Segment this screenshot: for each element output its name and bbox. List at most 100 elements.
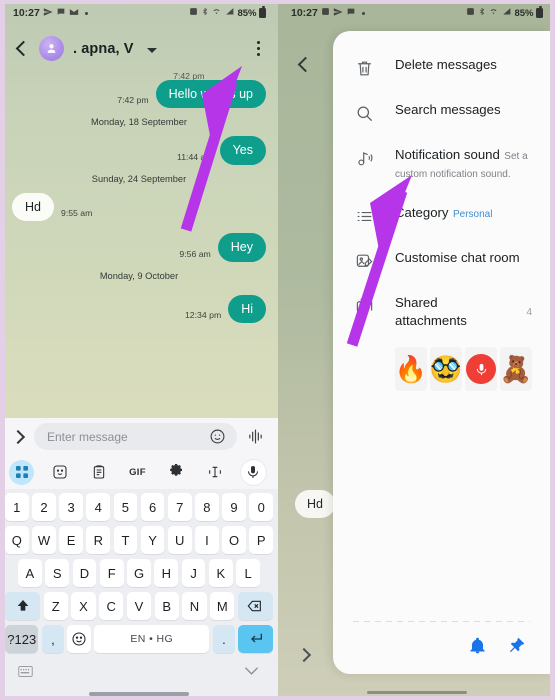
bear-sticker-thumb[interactable]: 🧸 (500, 347, 532, 391)
screenshot-icon (321, 7, 330, 19)
audio-waveform-icon[interactable] (245, 426, 266, 447)
menu-item-label: Search messages (395, 102, 501, 117)
key[interactable]: F (99, 559, 124, 587)
key[interactable]: 9 (222, 493, 246, 521)
key[interactable]: B (154, 592, 179, 620)
text-edit-icon[interactable] (202, 460, 227, 485)
key[interactable]: H (154, 559, 179, 587)
emoji-key-icon[interactable] (67, 625, 91, 653)
message-input-field[interactable]: Enter message (34, 423, 237, 450)
key[interactable]: R (86, 526, 111, 554)
avatar[interactable] (39, 36, 64, 61)
message-bubble[interactable]: Hello what's up (155, 79, 266, 108)
key[interactable]: 3 (59, 493, 83, 521)
message-bubble[interactable]: Hi (228, 294, 266, 323)
key[interactable]: S (45, 559, 70, 587)
comma-key[interactable]: , (41, 625, 64, 653)
symbols-key[interactable]: ?123 (5, 625, 39, 653)
key[interactable]: L (236, 559, 261, 587)
message-time: 12:34 pm (184, 310, 222, 320)
key[interactable]: W (32, 526, 56, 554)
key[interactable]: V (126, 592, 152, 620)
backspace-icon[interactable] (237, 592, 274, 620)
key[interactable]: M (210, 592, 235, 620)
left-phone-chat-screen: 10:27 85% . apna, V 7:42 pm 7:42 pm Hell… (0, 0, 278, 700)
keyboard-row-qwerty: Q W E R T Y U I O P (2, 526, 276, 554)
message-bubble[interactable]: Hd (12, 192, 54, 221)
enter-icon[interactable] (238, 625, 273, 653)
space-key[interactable]: EN • HG (94, 625, 210, 653)
key[interactable]: 1 (4, 493, 29, 521)
key[interactable]: K (208, 559, 233, 587)
message-bubble[interactable]: Hey (217, 233, 266, 262)
notification-bell-icon[interactable] (468, 636, 487, 660)
campfire-sticker-thumb[interactable]: 🔥 (395, 347, 427, 391)
back-button[interactable] (12, 40, 30, 58)
key[interactable]: P (249, 526, 274, 554)
bluetooth-icon (478, 7, 486, 19)
microphone-icon[interactable] (240, 459, 266, 485)
emoji-icon[interactable] (207, 426, 228, 447)
key[interactable]: 5 (113, 493, 138, 521)
sticker-icon[interactable] (48, 460, 73, 485)
clipboard-icon[interactable] (86, 460, 111, 485)
divider (353, 621, 530, 622)
back-button[interactable] (295, 56, 313, 74)
key[interactable]: C (99, 592, 124, 620)
key[interactable]: D (72, 559, 97, 587)
gif-icon[interactable]: GIF (125, 460, 150, 485)
menu-item-notification-sound[interactable]: Notification sound Set a custom notifica… (333, 135, 550, 193)
key[interactable]: 0 (249, 493, 274, 521)
shift-icon[interactable] (4, 592, 41, 620)
menu-item-category[interactable]: Category Personal (333, 193, 550, 238)
day-separator: Sunday, 24 September (91, 173, 187, 184)
avatar-emoji-thumb[interactable]: 🥸 (430, 347, 462, 391)
keyboard-row-numbers: 1 2 3 4 5 6 7 8 9 0 (2, 493, 276, 521)
key[interactable]: 2 (32, 493, 56, 521)
menu-item-text: Customise chat room (395, 249, 532, 267)
chevron-down-icon[interactable] (146, 47, 157, 53)
key[interactable]: Q (4, 526, 29, 554)
overflow-menu-button[interactable] (253, 37, 264, 61)
key[interactable]: N (182, 592, 207, 620)
key[interactable]: Z (43, 592, 68, 620)
status-bar-left-group: 10:27 (291, 7, 365, 20)
period-key[interactable]: . (212, 625, 235, 653)
key[interactable]: J (181, 559, 206, 587)
key[interactable]: G (127, 559, 151, 587)
expand-toolbar-button[interactable] (10, 429, 26, 445)
apps-grid-icon[interactable] (9, 459, 34, 485)
key[interactable]: 7 (167, 493, 192, 521)
home-indicator[interactable] (89, 692, 189, 696)
key[interactable]: O (222, 526, 246, 554)
key[interactable]: I (195, 526, 219, 554)
chevron-down-icon[interactable] (243, 664, 260, 682)
key[interactable]: E (59, 526, 83, 554)
menu-item-delete-messages[interactable]: Delete messages (333, 45, 550, 90)
expand-toolbar-button[interactable] (296, 647, 312, 663)
message-row: 7:42 pm Hello what's up (12, 79, 266, 108)
key[interactable]: U (167, 526, 192, 554)
key[interactable]: Y (140, 526, 165, 554)
menu-item-shared-attachments[interactable]: Shared attachments 4 (333, 283, 550, 341)
menu-item-search-messages[interactable]: Search messages (333, 90, 550, 135)
home-indicator[interactable] (366, 690, 467, 694)
settings-gear-icon[interactable] (164, 460, 189, 485)
menu-item-customise-chat-room[interactable]: Customise chat room (333, 238, 550, 283)
keyboard[interactable]: 1 2 3 4 5 6 7 8 9 0 Q W E R T Y U I O P … (0, 489, 278, 700)
screenshot-icon (466, 7, 475, 19)
key[interactable]: 4 (86, 493, 111, 521)
key[interactable]: 8 (195, 493, 219, 521)
key[interactable]: X (71, 592, 96, 620)
key[interactable]: T (113, 526, 138, 554)
message-bubble[interactable]: Yes (219, 136, 266, 165)
pin-icon[interactable] (507, 636, 526, 660)
key[interactable]: 6 (140, 493, 165, 521)
keyboard-row-zxcv: Z X C V B N M (2, 592, 276, 620)
key[interactable]: A (17, 559, 42, 587)
voice-recording-thumb[interactable] (465, 347, 497, 391)
battery-icon (259, 6, 266, 18)
page-title: . apna, V (73, 40, 134, 57)
message-list[interactable]: 7:42 pm Hello 7:42 pm Hello what's up Mo… (0, 71, 278, 418)
keyboard-layout-icon[interactable] (18, 664, 33, 682)
